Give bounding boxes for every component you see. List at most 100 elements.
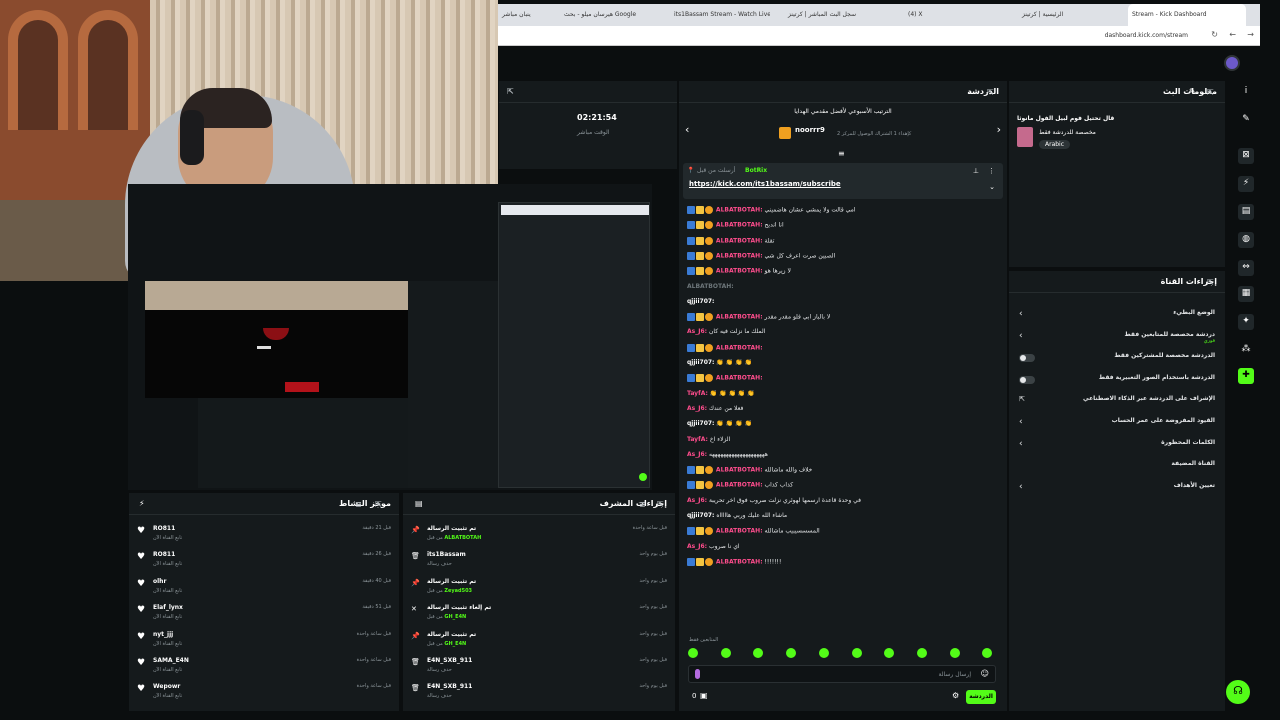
- chat-username[interactable]: ALBATBOTAH: [716, 237, 760, 244]
- chat-username[interactable]: As_J6: [687, 497, 705, 504]
- activity-user[interactable]: Elaf_lynx: [153, 604, 183, 611]
- chat-username[interactable]: As_J6: [687, 405, 705, 412]
- browser-tab[interactable]: الرئيسية | كرتينز: [1018, 4, 1118, 26]
- channel-action-item[interactable]: الدردشة باستخدام الصور التعبيرية فقط: [1019, 374, 1215, 388]
- chat-message[interactable]: ALBATBOTAH: انا اندبح: [687, 221, 999, 235]
- avatar[interactable]: [1224, 55, 1240, 71]
- chat-username[interactable]: ALBATBOTAH: [716, 558, 760, 565]
- activity-user[interactable]: nyt_jjj: [153, 631, 173, 638]
- chat-message[interactable]: As_J6: في وحدة قاعدة ارسمها لهوئري نزلت …: [687, 497, 999, 511]
- chat-username[interactable]: As_J6: [687, 451, 705, 458]
- chat-message[interactable]: ALBATBOTAH: لا بالباز ابي فلو مقدر مقدر: [687, 313, 999, 327]
- chevron-right-icon[interactable]: ›: [1019, 482, 1023, 492]
- chat-username[interactable]: ALBATBOTAH: [716, 344, 760, 351]
- channel-action-item[interactable]: ›الوضع البطيء: [1019, 309, 1215, 323]
- mod-action-item[interactable]: 🗑E4N_SXB_911حذف رسالة قبل يوم واحد: [411, 681, 667, 707]
- chat-username[interactable]: qjjii707: [687, 512, 712, 519]
- popout-icon[interactable]: ⇱: [657, 500, 664, 509]
- toggle-switch[interactable]: [1019, 354, 1035, 362]
- mod-action-user[interactable]: GH_E4N: [444, 614, 466, 620]
- chat-username[interactable]: ALBATBOTAH: [716, 482, 760, 489]
- chat-message[interactable]: qjjii707: ماشاء الله عليك وربي هاااااه: [687, 512, 999, 526]
- filter-icon[interactable]: ≡: [355, 500, 362, 509]
- chat-username[interactable]: ALBATBOTAH: [716, 222, 760, 229]
- gear-icon[interactable]: ⚙: [952, 691, 959, 700]
- chat-bubble-icon[interactable]: ◍: [1238, 232, 1254, 248]
- microphone-icon[interactable]: [695, 669, 700, 679]
- channel-action-item[interactable]: ›القيود المفروضة على عمر الحساب: [1019, 417, 1215, 431]
- browser-tab[interactable]: هيرسان ميلو - بحث Google: [560, 4, 670, 26]
- mod-action-item[interactable]: ✕تم إلغاء تثبيت الرسالةمن قبل GH_E4Nقبل …: [411, 602, 667, 628]
- browser-tab[interactable]: its1Bassam Stream - Watch Live: [670, 4, 770, 26]
- chat-message[interactable]: As_J6: الملك ما نزلت فيه كان: [687, 328, 999, 342]
- chat-message[interactable]: qjjii707:: [687, 298, 999, 312]
- browser-tab[interactable]: سجل البث المباشر | كرتينز: [784, 4, 884, 26]
- emote-icon[interactable]: [884, 648, 894, 658]
- chat-username[interactable]: qjjii707: [687, 420, 712, 427]
- activity-item[interactable]: ♥nyt_jjjتابع القناة الآنقبل ساعة واحدة: [137, 629, 391, 655]
- chevron-left-icon[interactable]: ‹: [685, 123, 689, 136]
- chat-message[interactable]: TayfA: 👏 👏 👏 👏 👏: [687, 390, 999, 404]
- browser-tab[interactable]: (4) X: [904, 4, 994, 26]
- url-text[interactable]: dashboard.kick.com/stream: [1105, 32, 1188, 39]
- edit-icon[interactable]: ✎: [1189, 87, 1196, 96]
- activity-user[interactable]: olhr: [153, 578, 166, 585]
- chat-message[interactable]: ALBATBOTAH:: [687, 344, 999, 358]
- mod-action-item[interactable]: 🗑E4N_SXB_911حذف رسالة قبل يوم واحد: [411, 655, 667, 681]
- pinned-link[interactable]: https://kick.com/its1bassam/subscribe: [689, 180, 841, 188]
- external-link-icon[interactable]: ⇱: [1019, 395, 1025, 403]
- chevron-right-icon[interactable]: ›: [997, 123, 1001, 136]
- emote-icon[interactable]: [721, 648, 731, 658]
- clipboard-icon[interactable]: ▤: [1238, 204, 1254, 220]
- activity-user[interactable]: Wepowr: [153, 683, 180, 690]
- mod-action-item[interactable]: 📌تم تثبيت الرسالةمن قبل GH_E4Nقبل يوم وا…: [411, 629, 667, 655]
- chat-message[interactable]: qjjii707: 👏 👏 👏 👏: [687, 420, 999, 434]
- chevron-right-icon[interactable]: ›: [1019, 439, 1023, 449]
- chat-username[interactable]: TayfA: [687, 390, 705, 397]
- popout-icon[interactable]: ⇱: [987, 88, 994, 97]
- activity-item[interactable]: ♥RO811تابع القناة الآنقبل 26 دقيقة: [137, 549, 391, 575]
- chevron-right-icon[interactable]: ›: [1019, 309, 1023, 319]
- activity-item[interactable]: ♥olhrتابع القناة الآنقبل 40 دقيقة: [137, 576, 391, 602]
- pinned-user[interactable]: BotRix: [745, 167, 767, 174]
- mod-action-user[interactable]: ALBATBOTAH: [444, 535, 481, 541]
- emote-icon[interactable]: [950, 648, 960, 658]
- activity-user[interactable]: SAMA_E4N: [153, 657, 189, 664]
- channel-action-item[interactable]: الدردشة مخصصة للمشتركين فقط: [1019, 352, 1215, 366]
- channel-action-item[interactable]: ›دردشة مخصصة للمتابعين فقطفوري: [1019, 331, 1215, 345]
- emote-icon[interactable]: [786, 648, 796, 658]
- reload-icon[interactable]: ↻: [1211, 30, 1218, 39]
- chat-username[interactable]: As_J6: [687, 328, 705, 335]
- bolt-icon[interactable]: ⚡: [1238, 176, 1254, 192]
- more-icon[interactable]: ⋮: [988, 167, 995, 175]
- chat-message[interactable]: TayfA: الزلاء اخ: [687, 436, 999, 450]
- chat-message[interactable]: ALBATBOTAH: خلاف والله ماشالله: [687, 466, 999, 480]
- chat-username[interactable]: ALBATBOTAH: [716, 268, 760, 275]
- chat-username[interactable]: qjjii707: [687, 359, 712, 366]
- chat-username[interactable]: As_J6: [687, 543, 705, 550]
- emote-icon[interactable]: [819, 648, 829, 658]
- browser-url-bar[interactable]: dashboard.kick.com/stream → ← ↻: [498, 26, 1260, 46]
- expand-icon[interactable]: ⇔: [1238, 260, 1254, 276]
- layout-icon[interactable]: ▦: [1238, 286, 1254, 302]
- chevron-right-icon[interactable]: ›: [1019, 331, 1023, 341]
- chat-username[interactable]: ALBATBOTAH: [716, 528, 760, 535]
- emote-icon[interactable]: [982, 648, 992, 658]
- chat-username[interactable]: ALBATBOTAH: [716, 314, 760, 321]
- mod-action-user[interactable]: Zeyad503: [444, 588, 472, 594]
- browser-tab-active[interactable]: Stream - Kick Dashboard: [1128, 4, 1246, 26]
- browser-tab[interactable]: ينبان مباشر: [498, 4, 558, 26]
- chat-message[interactable]: ALBATBOTAH:: [687, 283, 999, 297]
- chat-message[interactable]: ALBATBOTAH: المسسسيبيب ماشالله: [687, 527, 999, 541]
- gift-icon[interactable]: ▣: [700, 691, 708, 700]
- channel-action-item[interactable]: ›الكلمات المحظورة: [1019, 439, 1215, 453]
- popout-icon[interactable]: ⇱: [1207, 88, 1214, 97]
- chat-message[interactable]: ALBATBOTAH: لا زيرها هو: [687, 267, 999, 281]
- popout-icon[interactable]: ⇱: [507, 87, 514, 96]
- leader-name[interactable]: noorrr9: [795, 126, 825, 134]
- mod-action-item[interactable]: 📌تم تثبيت الرسالةمن قبل Zeyad503قبل يوم …: [411, 576, 667, 602]
- channel-action-item[interactable]: ⇱الإشراف على الدردشة عبر الذكاء الاصطناع…: [1019, 395, 1215, 409]
- chat-message[interactable]: ALBATBOTAH: امي قالت ولا يمشي عشان هاضمي…: [687, 206, 999, 220]
- activity-user[interactable]: RO811: [153, 525, 175, 532]
- toggle-switch[interactable]: [1019, 376, 1035, 384]
